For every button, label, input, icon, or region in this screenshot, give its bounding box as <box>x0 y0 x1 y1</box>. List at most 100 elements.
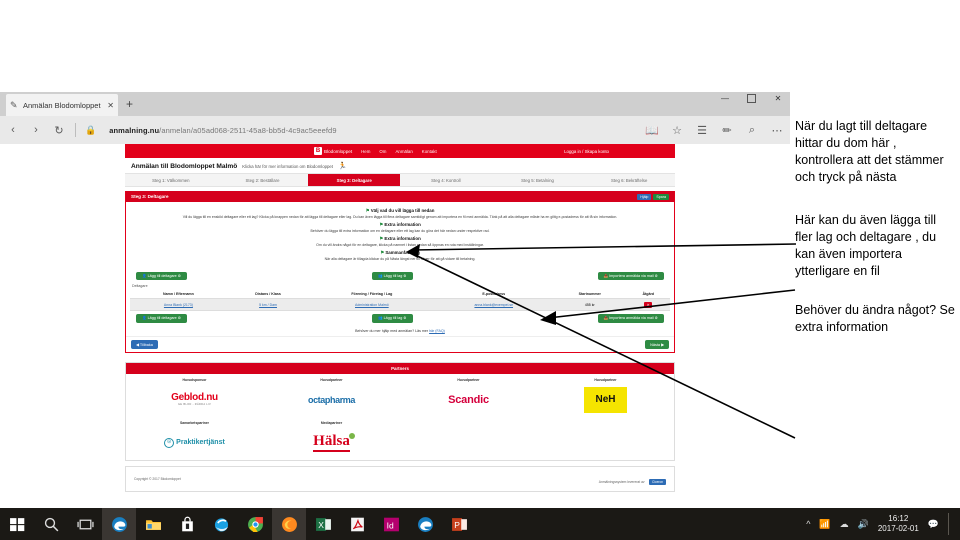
partner-category: Huvudpartner <box>457 377 480 382</box>
browser-window: ✎ Anmälan Blodomloppet ✕ + — ✕ ‹ › ↻ 🔒 a… <box>0 92 790 502</box>
new-tab-button[interactable]: + <box>126 97 133 111</box>
partner-praktikertjanst[interactable]: Samarbetspartner ☉ Praktikertjänst <box>126 417 263 460</box>
site-nav-hem[interactable]: Hem <box>361 149 370 154</box>
site-nav-anmalan[interactable]: Anmälan <box>395 149 412 154</box>
cell-email[interactable]: anna.blank@exempel.se <box>434 298 554 312</box>
firefox-button[interactable] <box>272 508 306 540</box>
help-button[interactable]: Hjälp <box>637 193 652 200</box>
book-icon[interactable]: 📖 <box>645 124 659 137</box>
excel-button[interactable]: X <box>306 508 340 540</box>
action-center-icon[interactable]: 💬 <box>928 519 939 530</box>
partner-halsa[interactable]: Mediapartner Hälsa <box>263 417 400 460</box>
site-nav-om[interactable]: Om <box>379 149 386 154</box>
edge-window-button[interactable] <box>408 508 442 540</box>
file-explorer-button[interactable] <box>136 508 170 540</box>
save-button[interactable]: Spara <box>653 193 669 200</box>
next-button[interactable]: Nästa ▶ <box>645 339 669 349</box>
partner-neh[interactable]: Huvudpartner NeH <box>537 374 674 417</box>
next-button-label: Nästa <box>650 342 661 347</box>
volume-icon[interactable]: 🔊 <box>858 519 869 530</box>
task-view-icon <box>76 519 94 529</box>
partner-scandic[interactable]: Huvudpartner Scandic <box>400 374 537 417</box>
import-icon: 📤 <box>603 273 609 278</box>
forward-arrow-icon[interactable]: › <box>29 124 43 136</box>
cell-name[interactable]: Anna Blank (2173) <box>130 298 227 312</box>
chrome-button[interactable] <box>238 508 272 540</box>
svg-text:X: X <box>318 520 324 530</box>
close-icon[interactable]: ✕ <box>107 101 114 110</box>
search-icon <box>44 517 58 531</box>
minimize-icon[interactable]: — <box>717 94 733 103</box>
network-icon[interactable]: 📶 <box>819 519 830 530</box>
import-participants-button-2[interactable]: 📤 Importera anmälda via mail ⚙ <box>597 314 664 323</box>
add-participant-button-2[interactable]: 👤 Lägg till deltagare ⚙ <box>136 314 188 323</box>
delete-icon[interactable]: ✕ <box>644 301 653 308</box>
note-pen-icon[interactable]: ✏ <box>720 124 734 137</box>
step-4[interactable]: Steg 4: Kontroll <box>400 174 492 186</box>
panel-heading-4-text: Sammanfattning <box>385 249 420 255</box>
info-icon: ⚑ <box>380 249 385 255</box>
site-nav-kontakt[interactable]: Kontakt <box>422 149 437 154</box>
step-5[interactable]: Steg 5: Betalning <box>492 174 584 186</box>
partner-geblod[interactable]: Huvudsponsor Geblod.nu GE BLOD - RÄDDA LI… <box>126 374 263 417</box>
person-add-icon: 👤 <box>142 273 147 278</box>
panel-body: ⚑ Välj vad du vill lägga till nedan Vill… <box>126 202 674 269</box>
taskbar-clock[interactable]: 16:12 2017-02-01 <box>878 514 919 534</box>
more-dots-icon[interactable]: ⋯ <box>770 124 784 137</box>
step-1[interactable]: Steg 1: Välkommen <box>125 174 217 186</box>
show-desktop-button[interactable] <box>948 513 954 535</box>
acrobat-button[interactable] <box>340 508 374 540</box>
login-link[interactable]: Logga in / Skapa konto <box>564 149 609 154</box>
annotation-1: När du lagt till deltagare hittar du dom… <box>795 119 944 184</box>
share-icon[interactable]: ⌕ <box>745 124 759 137</box>
halsa-name: Hälsa <box>313 432 350 449</box>
person-add-icon: 👤 <box>142 316 147 321</box>
octapharma-name: octapharma <box>307 394 356 405</box>
partners-section: Partners Huvudsponsor Geblod.nu GE BLOD -… <box>125 361 675 461</box>
geblod-name: Geblod.nu <box>171 392 218 404</box>
hub-icon[interactable]: ☰ <box>695 124 709 137</box>
step-6[interactable]: Steg 6: Bekräftelse <box>583 174 675 186</box>
task-view-button[interactable] <box>68 508 102 540</box>
step-3[interactable]: Steg 3: Deltagare <box>308 174 401 186</box>
refresh-icon[interactable]: ↻ <box>52 124 66 137</box>
step-2[interactable]: Steg 2: Beställare <box>217 174 309 186</box>
onedrive-icon[interactable]: ☁ <box>840 519 849 530</box>
star-icon[interactable]: ☆ <box>670 124 684 137</box>
add-team-button[interactable]: 👥 Lägg till lag ⚙ <box>372 271 413 281</box>
cell-action: ✕ <box>626 298 670 312</box>
start-button[interactable] <box>0 508 34 540</box>
add-participant-button[interactable]: 👤 Lägg till deltagare ⚙ <box>136 271 188 281</box>
back-arrow-icon[interactable]: ‹ <box>6 124 20 136</box>
site-brand[interactable]: B Blodomloppet <box>314 147 352 155</box>
cell-distance[interactable]: 5 km / Dam <box>226 298 310 312</box>
partner-category: Samarbetspartner <box>179 420 210 425</box>
browser-chrome: ✎ Anmälan Blodomloppet ✕ + — ✕ ‹ › ↻ 🔒 a… <box>0 92 790 144</box>
footer-provider-badge[interactable]: Ciceron <box>649 478 666 485</box>
partner-octapharma[interactable]: Huvudpartner octapharma <box>263 374 400 417</box>
powerpoint-button[interactable]: P <box>442 508 476 540</box>
table-row[interactable]: Anna Blank (2173) 5 km / Dam Administrat… <box>130 298 670 312</box>
chevron-up-icon[interactable]: ^ <box>806 519 810 529</box>
internet-explorer-button[interactable] <box>204 508 238 540</box>
page-subtitle[interactable]: Klicka här för mer information om Blodom… <box>242 164 333 169</box>
microsoft-store-button[interactable] <box>170 508 204 540</box>
indesign-button[interactable]: Id <box>374 508 408 540</box>
address-bar[interactable]: anmalning.nu/anmelan/a05ad068-2511-45a8-… <box>105 126 636 135</box>
back-button[interactable]: ◀ Tillbaka <box>131 339 158 349</box>
import-participants-button[interactable]: 📤 Importera anmälda via mail ⚙ <box>597 271 664 281</box>
partner-category: Huvudpartner <box>594 377 617 382</box>
edge-taskbar-button[interactable] <box>102 508 136 540</box>
search-button[interactable] <box>34 508 68 540</box>
faq-link[interactable]: här (FAQ) <box>429 329 445 333</box>
store-bag-icon <box>181 516 193 531</box>
maximize-icon[interactable] <box>747 94 756 103</box>
browser-tab[interactable]: ✎ Anmälan Blodomloppet ✕ <box>6 94 118 116</box>
page-title-row: Anmälan till Blodomloppet Malmö Klicka h… <box>125 158 675 173</box>
add-team-button-2[interactable]: 👥 Lägg till lag ⚙ <box>372 314 413 323</box>
brand-label: Blodomloppet <box>324 148 353 154</box>
cell-team[interactable]: Administration Malmö <box>309 298 435 312</box>
praktikertjanst-mark-icon: ☉ <box>164 437 175 448</box>
navigation-bar: ‹ › ↻ 🔒 anmalning.nu/anmelan/a05ad068-25… <box>0 116 790 144</box>
close-icon[interactable]: ✕ <box>770 94 786 103</box>
